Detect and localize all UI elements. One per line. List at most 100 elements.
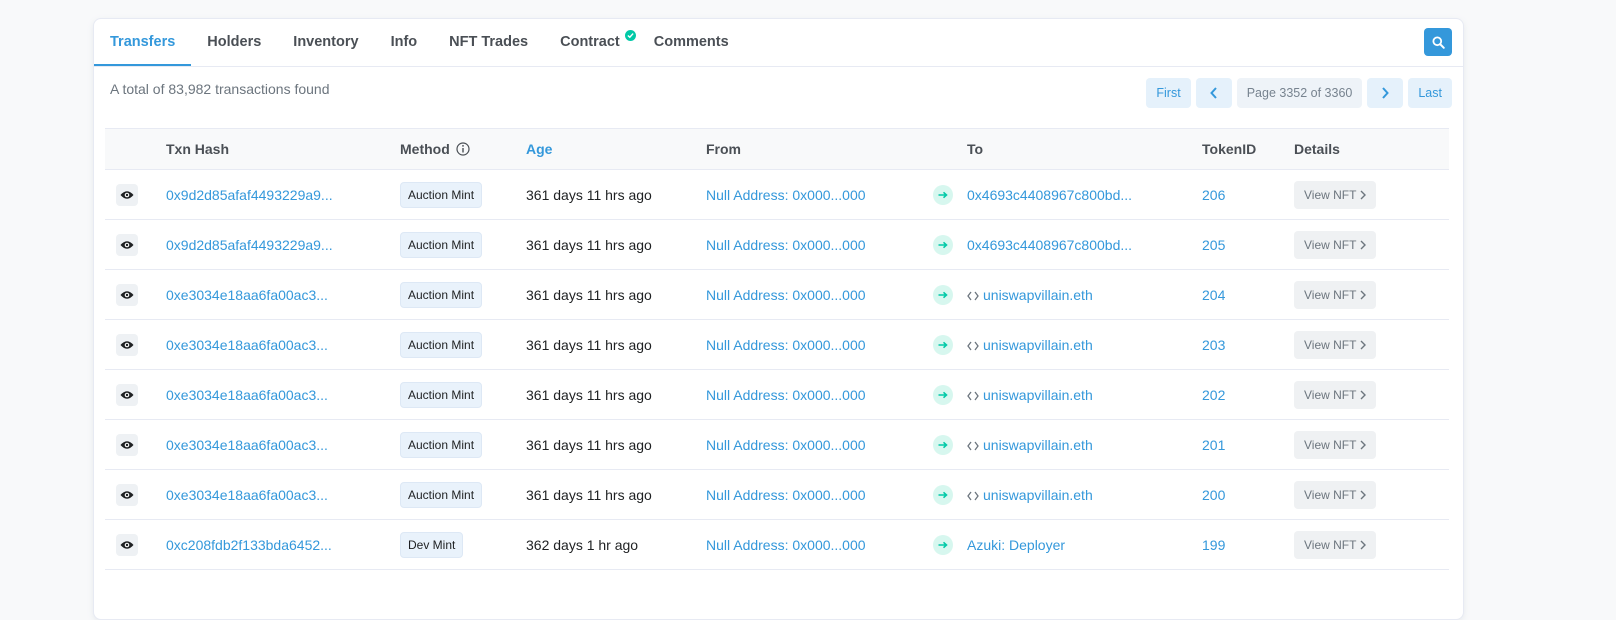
token-id-link[interactable]: 202 bbox=[1202, 387, 1225, 403]
age-cell: 361 days 11 hrs ago bbox=[526, 286, 652, 303]
token-id-link[interactable]: 199 bbox=[1202, 537, 1225, 553]
verified-check-icon bbox=[624, 30, 636, 41]
transactions-summary: A total of 83,982 transactions found bbox=[110, 81, 330, 97]
to-address-link[interactable]: 0x4693c4408967c800bd... bbox=[967, 187, 1132, 203]
transfers-card: Transfers Holders Inventory Info NFT Trades C… bbox=[93, 18, 1464, 620]
chevron-right-icon bbox=[1360, 240, 1367, 249]
tab-info[interactable]: Info bbox=[375, 19, 434, 64]
table-row: 0xe3034e18aa6fa00ac3... Auction Mint 361 d… bbox=[105, 270, 1449, 320]
from-address-link[interactable]: Null Address: 0x000...000 bbox=[706, 187, 866, 203]
preview-eye-button[interactable] bbox=[116, 533, 138, 556]
to-address-link[interactable]: uniswapvillain.eth bbox=[983, 287, 1093, 303]
tab-label: Transfers bbox=[110, 33, 176, 50]
arrow-right-icon bbox=[938, 241, 948, 248]
txn-hash-link[interactable]: 0x9d2d85afaf4493229a9... bbox=[166, 187, 333, 203]
token-id-link[interactable]: 200 bbox=[1202, 487, 1225, 503]
method-badge: Auction Mint bbox=[400, 431, 483, 458]
tab-label: Contract bbox=[560, 33, 620, 50]
view-nft-button[interactable]: View NFT bbox=[1294, 280, 1377, 309]
chevron-left-icon bbox=[1209, 87, 1217, 99]
age-cell: 361 days 11 hrs ago bbox=[526, 336, 652, 353]
age-cell: 361 days 11 hrs ago bbox=[526, 186, 652, 203]
method-badge: Auction Mint bbox=[400, 331, 483, 358]
to-address-link[interactable]: uniswapvillain.eth bbox=[983, 437, 1093, 453]
token-id-link[interactable]: 201 bbox=[1202, 437, 1225, 453]
transfer-direction bbox=[933, 384, 953, 405]
txn-hash-link[interactable]: 0xe3034e18aa6fa00ac3... bbox=[166, 437, 328, 453]
age-cell: 361 days 11 hrs ago bbox=[526, 236, 652, 253]
txn-hash-link[interactable]: 0xe3034e18aa6fa00ac3... bbox=[166, 387, 328, 403]
to-address-link[interactable]: uniswapvillain.eth bbox=[983, 487, 1093, 503]
search-icon bbox=[1431, 35, 1445, 49]
preview-eye-button[interactable] bbox=[116, 233, 138, 256]
table-row: 0xe3034e18aa6fa00ac3... Auction Mint 361 d… bbox=[105, 370, 1449, 420]
arrow-right-icon bbox=[938, 441, 948, 448]
method-header: Method bbox=[400, 129, 526, 170]
view-nft-button[interactable]: View NFT bbox=[1294, 330, 1377, 359]
prev-page-button[interactable] bbox=[1195, 78, 1232, 108]
preview-eye-button[interactable] bbox=[116, 383, 138, 406]
token-id-link[interactable]: 205 bbox=[1202, 237, 1225, 253]
table-row: 0xe3034e18aa6fa00ac3... Auction Mint 361 d… bbox=[105, 320, 1449, 370]
view-nft-button[interactable]: View NFT bbox=[1294, 380, 1377, 409]
eye-icon bbox=[120, 290, 134, 299]
view-nft-button[interactable]: View NFT bbox=[1294, 230, 1377, 259]
tab-inventory[interactable]: Inventory bbox=[277, 19, 374, 64]
txn-hash-link[interactable]: 0xe3034e18aa6fa00ac3... bbox=[166, 487, 328, 503]
chevron-right-icon bbox=[1360, 440, 1367, 449]
tab-comments[interactable]: Comments bbox=[638, 19, 745, 64]
token-id-link[interactable]: 204 bbox=[1202, 287, 1225, 303]
transfer-direction bbox=[933, 484, 953, 505]
txn-hash-link[interactable]: 0xc208fdb2f133bda6452... bbox=[166, 537, 332, 553]
tab-transfers[interactable]: Transfers bbox=[94, 19, 192, 66]
tab-holders[interactable]: Holders bbox=[191, 19, 277, 64]
info-icon[interactable] bbox=[456, 142, 470, 156]
age-header[interactable]: Age bbox=[526, 129, 706, 170]
tab-label: Info bbox=[390, 33, 418, 50]
to-address-link[interactable]: uniswapvillain.eth bbox=[983, 387, 1093, 403]
age-cell: 362 days 1 hr ago bbox=[526, 536, 639, 553]
arrow-right-icon bbox=[938, 391, 948, 398]
view-nft-button[interactable]: View NFT bbox=[1294, 430, 1377, 459]
method-badge: Auction Mint bbox=[400, 281, 483, 308]
from-address-link[interactable]: Null Address: 0x000...000 bbox=[706, 487, 866, 503]
tab-contract[interactable]: Contract bbox=[544, 19, 638, 64]
from-address-link[interactable]: Null Address: 0x000...000 bbox=[706, 337, 866, 353]
token-id-link[interactable]: 206 bbox=[1202, 187, 1225, 203]
from-address-link[interactable]: Null Address: 0x000...000 bbox=[706, 387, 866, 403]
txn-hash-link[interactable]: 0xe3034e18aa6fa00ac3... bbox=[166, 287, 328, 303]
tab-bar: Transfers Holders Inventory Info NFT Trades C… bbox=[94, 19, 1463, 67]
preview-eye-button[interactable] bbox=[116, 333, 138, 356]
preview-eye-button[interactable] bbox=[116, 283, 138, 306]
preview-eye-button[interactable] bbox=[116, 483, 138, 506]
from-address-link[interactable]: Null Address: 0x000...000 bbox=[706, 537, 866, 553]
to-address-link[interactable]: 0x4693c4408967c800bd... bbox=[967, 237, 1132, 253]
table-row: 0x9d2d85afaf4493229a9... Auction Mint 361 … bbox=[105, 220, 1449, 270]
last-page-button[interactable]: Last bbox=[1408, 78, 1452, 108]
from-address-link[interactable]: Null Address: 0x000...000 bbox=[706, 237, 866, 253]
view-nft-button[interactable]: View NFT bbox=[1294, 180, 1377, 209]
table-row: 0xe3034e18aa6fa00ac3... Auction Mint 361 d… bbox=[105, 470, 1449, 520]
token-id-link[interactable]: 203 bbox=[1202, 337, 1225, 353]
preview-eye-button[interactable] bbox=[116, 183, 138, 206]
first-page-button[interactable]: First bbox=[1146, 78, 1191, 108]
transfers-table: Txn Hash Method Age From To TokenID Deta… bbox=[105, 128, 1449, 570]
page-indicator: Page 3352 of 3360 bbox=[1236, 78, 1363, 108]
next-page-button[interactable] bbox=[1367, 78, 1404, 108]
to-address-link[interactable]: uniswapvillain.eth bbox=[983, 337, 1093, 353]
age-cell: 361 days 11 hrs ago bbox=[526, 486, 652, 503]
txn-hash-link[interactable]: 0xe3034e18aa6fa00ac3... bbox=[166, 337, 328, 353]
to-address-link[interactable]: Azuki: Deployer bbox=[967, 537, 1065, 553]
view-nft-button[interactable]: View NFT bbox=[1294, 530, 1377, 559]
tab-nft-trades[interactable]: NFT Trades bbox=[433, 19, 544, 64]
preview-eye-button[interactable] bbox=[116, 433, 138, 456]
chevron-right-icon bbox=[1360, 390, 1367, 399]
view-nft-button[interactable]: View NFT bbox=[1294, 480, 1377, 509]
from-address-link[interactable]: Null Address: 0x000...000 bbox=[706, 287, 866, 303]
table-row: 0xc208fdb2f133bda6452... Dev Mint 362 days… bbox=[105, 520, 1449, 570]
search-button[interactable] bbox=[1424, 28, 1452, 56]
txn-hash-link[interactable]: 0x9d2d85afaf4493229a9... bbox=[166, 237, 333, 253]
from-address-link[interactable]: Null Address: 0x000...000 bbox=[706, 437, 866, 453]
method-header-label: Method bbox=[400, 141, 450, 157]
eye-icon bbox=[120, 240, 134, 249]
